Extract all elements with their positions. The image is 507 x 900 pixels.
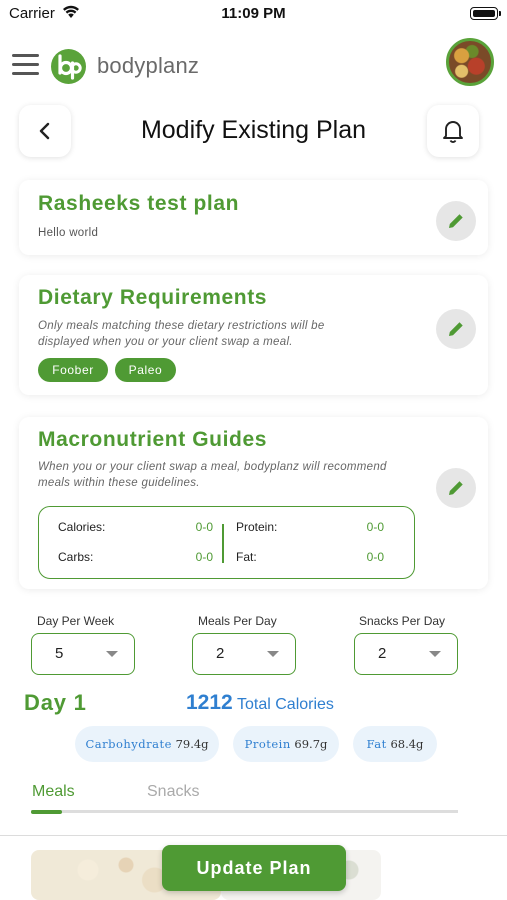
brand-logo bbox=[51, 49, 86, 84]
tab-active-indicator bbox=[31, 810, 62, 814]
plan-title: Rasheeks test plan bbox=[38, 192, 240, 215]
macro-description-line-1: When you or your client swap a meal, bod… bbox=[38, 461, 387, 473]
carbohydrate-pill: Carbohydrate 79.4g bbox=[75, 726, 219, 762]
dietary-description-line-2: displayed when you or your client swap a… bbox=[38, 336, 293, 348]
edit-dietary-button[interactable] bbox=[436, 309, 476, 349]
dietary-title: Dietary Requirements bbox=[38, 286, 268, 309]
edit-macro-button[interactable] bbox=[436, 468, 476, 508]
tab-track bbox=[31, 810, 458, 813]
macronutrient-guides-card: Macronutrient Guides When you or your cl… bbox=[19, 417, 488, 589]
macro-description-line-2: meals within these guidelines. bbox=[38, 477, 200, 489]
days-per-week-select[interactable]: 5 bbox=[31, 633, 135, 675]
caret-down-icon bbox=[429, 651, 441, 657]
snacks-per-day-label: Snacks Per Day bbox=[359, 614, 446, 628]
tab-meals[interactable]: Meals bbox=[32, 783, 75, 801]
bell-icon bbox=[443, 121, 463, 143]
calories-value: 0-0 bbox=[195, 520, 213, 534]
fat-pill: Fat 68.4g bbox=[353, 726, 437, 762]
page-header: Modify Existing Plan bbox=[0, 103, 507, 159]
macro-divider bbox=[222, 524, 224, 563]
total-calories-label: Total Calories bbox=[237, 696, 334, 713]
carbohydrate-name: Carbohydrate bbox=[85, 737, 172, 751]
protein-amount: 69.7g bbox=[294, 737, 328, 751]
dietary-tag[interactable]: Foober bbox=[38, 358, 108, 382]
notifications-button[interactable] bbox=[427, 105, 479, 157]
protein-name: Protein bbox=[244, 737, 291, 751]
dietary-requirements-card: Dietary Requirements Only meals matching… bbox=[19, 275, 488, 395]
battery-icon bbox=[470, 7, 501, 20]
carbohydrate-amount: 79.4g bbox=[175, 737, 209, 751]
pencil-icon bbox=[449, 481, 463, 495]
protein-value: 0-0 bbox=[366, 520, 384, 534]
total-calories-value: 1212 bbox=[186, 691, 233, 714]
edit-plan-button[interactable] bbox=[436, 201, 476, 241]
fat-value: 0-0 bbox=[366, 550, 384, 564]
dietary-description-line-1: Only meals matching these dietary restri… bbox=[38, 320, 325, 332]
carbs-value: 0-0 bbox=[195, 550, 213, 564]
carbs-label: Carbs: bbox=[58, 550, 94, 564]
fat-label: Fat: bbox=[236, 550, 257, 564]
caret-down-icon bbox=[106, 651, 118, 657]
status-bar: Carrier 11:09 PM bbox=[0, 0, 507, 28]
bottom-divider bbox=[0, 835, 507, 836]
brand-name: bodyplanz bbox=[97, 53, 200, 78]
macro-title: Macronutrient Guides bbox=[38, 428, 268, 451]
protein-pill: Protein 69.7g bbox=[233, 726, 339, 762]
clock: 11:09 PM bbox=[221, 5, 286, 22]
meals-per-day-value: 2 bbox=[216, 645, 225, 662]
dietary-tag[interactable]: Paleo bbox=[115, 358, 176, 382]
pencil-icon bbox=[449, 322, 463, 336]
plan-description: Hello world bbox=[38, 227, 99, 239]
caret-down-icon bbox=[267, 651, 279, 657]
snacks-per-day-select[interactable]: 2 bbox=[354, 633, 458, 675]
day-label: Day 1 bbox=[24, 690, 87, 715]
meals-per-day-select[interactable]: 2 bbox=[192, 633, 296, 675]
days-per-week-value: 5 bbox=[55, 645, 64, 662]
calories-label: Calories: bbox=[58, 520, 106, 534]
app-bar: bodyplanz bbox=[0, 38, 507, 94]
pencil-icon bbox=[449, 214, 463, 228]
meals-per-day-label: Meals Per Day bbox=[198, 614, 277, 628]
protein-label: Protein: bbox=[236, 520, 278, 534]
plan-name-card: Rasheeks test plan Hello world bbox=[19, 180, 488, 255]
update-plan-button[interactable]: Update Plan bbox=[162, 845, 346, 891]
days-per-week-label: Day Per Week bbox=[37, 614, 115, 628]
fat-amount: 68.4g bbox=[390, 737, 424, 751]
fat-name: Fat bbox=[366, 737, 387, 751]
snacks-per-day-value: 2 bbox=[378, 645, 387, 662]
macro-guides-box: Calories: 0-0 Carbs: 0-0 Protein: 0-0 Fa… bbox=[38, 506, 415, 579]
avatar[interactable] bbox=[446, 38, 494, 86]
tab-snacks[interactable]: Snacks bbox=[147, 783, 199, 801]
menu-icon[interactable] bbox=[12, 54, 39, 76]
